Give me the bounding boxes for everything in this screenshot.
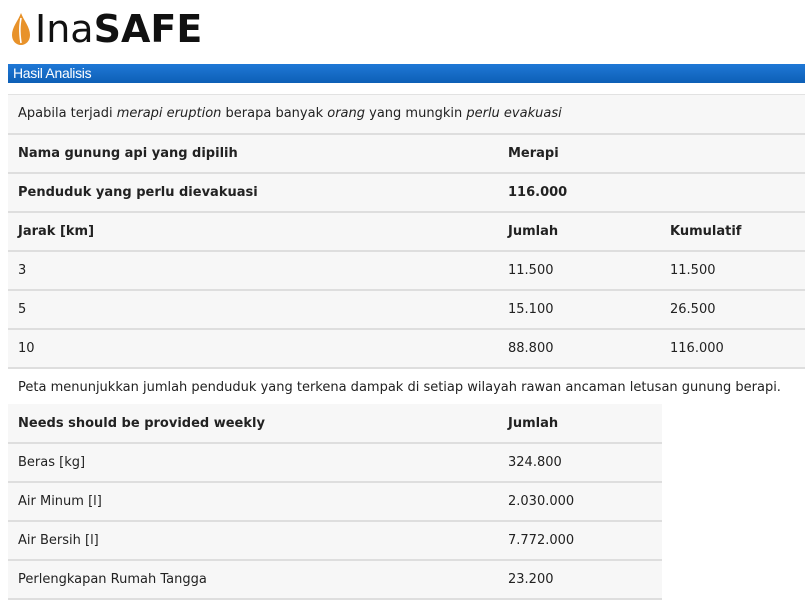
intro-text: Apabila terjadi merapi eruption berapa b… xyxy=(18,106,562,122)
distance-header-row: Jarak [km] Jumlah Kumulatif xyxy=(8,211,805,251)
volcano-row: Nama gunung api yang dipilih Merapi xyxy=(8,133,805,173)
cumulative-cell: 26.500 xyxy=(670,301,716,317)
evacuated-row: Penduduk yang perlu dievakuasi 116.000 xyxy=(8,172,805,212)
table-row: 10 88.800 116.000 xyxy=(8,328,805,368)
app-title: InaSAFE xyxy=(35,7,203,51)
volcano-value: Merapi xyxy=(508,145,559,161)
needs-amount-header: Jumlah xyxy=(508,415,559,431)
table-row: 3 11.500 11.500 xyxy=(8,250,805,290)
need-item: Air Bersih [l] xyxy=(18,533,99,548)
impact-name: perlu evakuasi xyxy=(466,106,562,122)
inasafe-logo: InaSAFE xyxy=(10,4,202,54)
cumulative-header: Kumulatif xyxy=(670,223,742,239)
results-table: Apabila terjadi merapi eruption berapa b… xyxy=(8,94,805,407)
hazard-name: merapi eruption xyxy=(116,106,222,122)
table-row: 5 15.100 26.500 xyxy=(8,289,805,329)
map-note-row: Peta menunjukkan jumlah penduduk yang te… xyxy=(8,367,805,407)
evacuated-value: 116.000 xyxy=(508,184,568,200)
exposure-name: orang xyxy=(327,106,366,122)
distance-cell: 10 xyxy=(18,340,35,356)
need-amount: 23.200 xyxy=(508,572,554,587)
volcano-label: Nama gunung api yang dipilih xyxy=(18,145,238,161)
cumulative-cell: 11.500 xyxy=(670,262,716,278)
need-amount: 7.772.000 xyxy=(508,533,575,548)
cumulative-cell: 116.000 xyxy=(670,340,724,356)
count-cell: 11.500 xyxy=(508,262,554,278)
count-cell: 88.800 xyxy=(508,340,554,356)
distance-header: Jarak [km] xyxy=(18,223,95,239)
distance-cell: 5 xyxy=(18,301,27,317)
needs-table: Needs should be provided weekly Jumlah B… xyxy=(8,404,662,600)
need-item: Beras [kg] xyxy=(18,455,86,470)
intro-row: Apabila terjadi merapi eruption berapa b… xyxy=(8,94,805,134)
leaf-drop-icon xyxy=(12,13,30,45)
table-row: Perlengkapan Rumah Tangga 23.200 xyxy=(8,560,662,599)
table-row: Air Minum [l] 2.030.000 xyxy=(8,482,662,521)
map-note: Peta menunjukkan jumlah penduduk yang te… xyxy=(8,367,805,407)
need-item: Air Minum [l] xyxy=(18,494,102,509)
need-amount: 324.800 xyxy=(508,455,562,470)
need-amount: 2.030.000 xyxy=(508,494,575,509)
table-row: Beras [kg] 324.800 xyxy=(8,443,662,482)
results-header: Hasil Analisis xyxy=(8,64,805,83)
needs-header-row: Needs should be provided weekly Jumlah xyxy=(8,404,662,443)
distance-cell: 3 xyxy=(18,262,27,278)
evacuated-label: Penduduk yang perlu dievakuasi xyxy=(18,184,258,200)
count-cell: 15.100 xyxy=(508,301,554,317)
need-item: Perlengkapan Rumah Tangga xyxy=(18,572,207,587)
table-row: Air Bersih [l] 7.772.000 xyxy=(8,521,662,560)
count-header: Jumlah xyxy=(508,223,559,239)
needs-header: Needs should be provided weekly xyxy=(18,415,265,431)
